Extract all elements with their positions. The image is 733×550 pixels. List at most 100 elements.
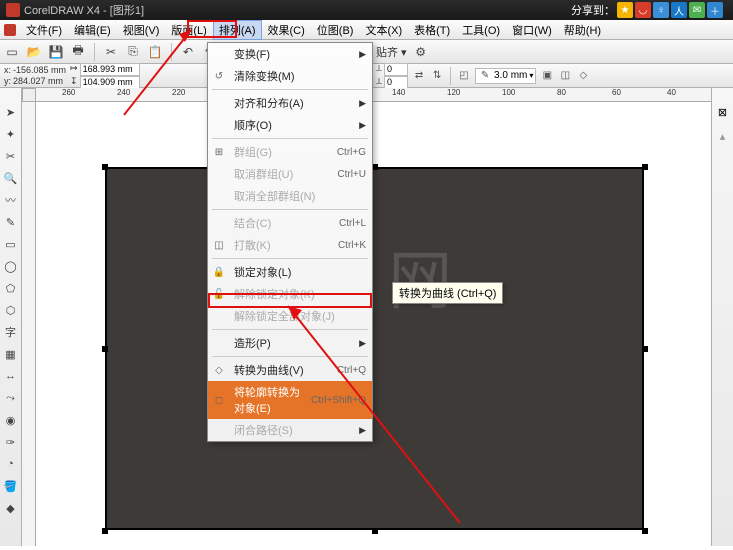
menu-shortcut: Ctrl+L <box>339 218 366 229</box>
new-icon[interactable]: ▭ <box>4 44 20 60</box>
crop-tool-icon[interactable]: ✂ <box>3 148 19 164</box>
handle-bl[interactable] <box>102 528 108 534</box>
smart-tool-icon[interactable]: ✎ <box>3 214 19 230</box>
menubar: 文件(F) 编辑(E) 视图(V) 版面(L) 排列(A) 效果(C) 位图(B… <box>0 20 733 40</box>
submenu-arrow-icon: ▶ <box>359 425 366 436</box>
blend-tool-icon[interactable]: ◉ <box>3 412 19 428</box>
menu-label: 顺序(O) <box>234 117 272 133</box>
mirror-v-icon[interactable]: ⇅ <box>430 69 444 83</box>
handle-r[interactable] <box>642 346 648 352</box>
zoom-tool-icon[interactable]: 🔍 <box>3 170 19 186</box>
table-tool-icon[interactable]: ▦ <box>3 346 19 362</box>
menu-icon: 🔓 <box>212 287 226 301</box>
x-label: x: <box>4 65 11 76</box>
width-input[interactable] <box>80 63 140 76</box>
mirror-h-icon[interactable]: ⇄ <box>412 69 426 83</box>
menu-item[interactable]: ◻将轮廓转换为对象(E)Ctrl+Shift+Q <box>208 381 372 419</box>
pick-tool-icon[interactable]: ➤ <box>3 104 19 120</box>
menu-file[interactable]: 文件(F) <box>20 20 68 40</box>
menu-item[interactable]: 对齐和分布(A)▶ <box>208 92 372 114</box>
menu-item[interactable]: 🔒锁定对象(L) <box>208 261 372 283</box>
height-input[interactable] <box>80 76 140 89</box>
menu-item: ◫打散(K)Ctrl+K <box>208 234 372 256</box>
ruler-vertical <box>22 102 36 546</box>
outline-width-select[interactable]: ✎ 3.0 mm ▾ <box>475 68 536 84</box>
menu-edit[interactable]: 编辑(E) <box>68 20 117 40</box>
share-weibo-icon[interactable]: ◡ <box>635 2 651 18</box>
handle-tr[interactable] <box>642 164 648 170</box>
convert-icon[interactable]: ◇ <box>576 69 590 83</box>
fill-tool-icon[interactable]: 🪣 <box>3 478 19 494</box>
interactive-fill-icon[interactable]: ◆ <box>3 500 19 516</box>
x-value: -156.085 mm <box>13 65 66 76</box>
menu-bitmap[interactable]: 位图(B) <box>311 20 360 40</box>
rot2-input[interactable] <box>384 76 408 89</box>
basic-shapes-icon[interactable]: ⬡ <box>3 302 19 318</box>
menu-help[interactable]: 帮助(H) <box>558 20 607 40</box>
handle-b[interactable] <box>372 528 378 534</box>
menu-label: 解除锁定对象(K) <box>234 286 315 302</box>
share-wechat-icon[interactable]: ✉ <box>689 2 705 18</box>
menu-tools[interactable]: 工具(O) <box>456 20 506 40</box>
share-star-icon[interactable]: ★ <box>617 2 633 18</box>
menu-table[interactable]: 表格(T) <box>408 20 456 40</box>
wrap-icon[interactable]: ▣ <box>540 69 554 83</box>
rectangle-tool-icon[interactable]: ▭ <box>3 236 19 252</box>
cut-icon[interactable]: ✂ <box>103 44 119 60</box>
behind-icon[interactable]: ◫ <box>558 69 572 83</box>
rot1-input[interactable] <box>384 63 408 76</box>
tick: 60 <box>612 88 621 97</box>
menu-arrange[interactable]: 排列(A) <box>213 20 262 40</box>
share-qzone-icon[interactable]: ♀ <box>653 2 669 18</box>
submenu-arrow-icon: ▶ <box>359 120 366 131</box>
outline-tool-icon[interactable]: ◔ <box>3 456 19 472</box>
handle-br[interactable] <box>642 528 648 534</box>
options-icon[interactable]: ⚙ <box>413 44 429 60</box>
share-plus-icon[interactable]: ＋ <box>707 2 723 18</box>
menu-layout[interactable]: 版面(L) <box>165 20 212 40</box>
share-renren-icon[interactable]: 人 <box>671 2 687 18</box>
connector-tool-icon[interactable]: ⤳ <box>3 390 19 406</box>
share-bar: 分享到： ★ ◡ ♀ 人 ✉ ＋ <box>571 0 723 20</box>
menu-item[interactable]: ↺清除变换(M) <box>208 65 372 87</box>
menu-shortcut: Ctrl+U <box>337 169 366 180</box>
handle-tl[interactable] <box>102 164 108 170</box>
tick: 140 <box>392 88 405 97</box>
text-tool-icon[interactable]: 字 <box>3 324 19 340</box>
undo-icon[interactable]: ↶ <box>180 44 196 60</box>
menu-label: 锁定对象(L) <box>234 264 291 280</box>
save-icon[interactable]: 💾 <box>48 44 64 60</box>
dimension-tool-icon[interactable]: ↔ <box>3 368 19 384</box>
selected-rectangle[interactable] <box>105 167 644 530</box>
menu-effects[interactable]: 效果(C) <box>262 20 311 40</box>
copy-icon[interactable]: ⎘ <box>125 44 141 60</box>
handle-l[interactable] <box>102 346 108 352</box>
menu-item[interactable]: ◇转换为曲线(V)Ctrl+Q <box>208 359 372 381</box>
freehand-tool-icon[interactable]: 〰 <box>3 192 19 208</box>
size-inputs: ↦ ↧ <box>70 63 140 89</box>
menu-window[interactable]: 窗口(W) <box>506 20 558 40</box>
corner-icon[interactable]: ◰ <box>457 69 471 83</box>
menu-item[interactable]: 顺序(O) ▶ <box>208 114 372 136</box>
menu-item[interactable]: 造形(P)▶ <box>208 332 372 354</box>
ellipse-tool-icon[interactable]: ◯ <box>3 258 19 274</box>
no-color-icon[interactable]: ⊠ <box>715 104 731 120</box>
scroll-up-icon[interactable]: ▴ <box>715 128 731 144</box>
shape-tool-icon[interactable]: ✦ <box>3 126 19 142</box>
menu-text[interactable]: 文本(X) <box>359 20 408 40</box>
menu-shortcut: Ctrl+G <box>337 147 366 158</box>
eyedropper-tool-icon[interactable]: ✑ <box>3 434 19 450</box>
menu-view[interactable]: 视图(V) <box>117 20 166 40</box>
polygon-tool-icon[interactable]: ⬠ <box>3 280 19 296</box>
print-icon[interactable]: 🖶 <box>70 44 86 60</box>
snap-dropdown[interactable]: 贴齐 ▾ <box>376 44 407 60</box>
menu-item[interactable]: 变换(F)▶ <box>208 43 372 65</box>
menu-label: 转换为曲线(V) <box>234 362 304 378</box>
tick: 100 <box>502 88 515 97</box>
y-value: 284.027 mm <box>13 76 63 87</box>
paste-icon[interactable]: 📋 <box>147 44 163 60</box>
menu-label: 解除锁定全部对象(J) <box>234 308 335 324</box>
menu-item: 结合(C)Ctrl+L <box>208 212 372 234</box>
menu-label: 取消群组(U) <box>234 166 293 182</box>
open-icon[interactable]: 📂 <box>26 44 42 60</box>
